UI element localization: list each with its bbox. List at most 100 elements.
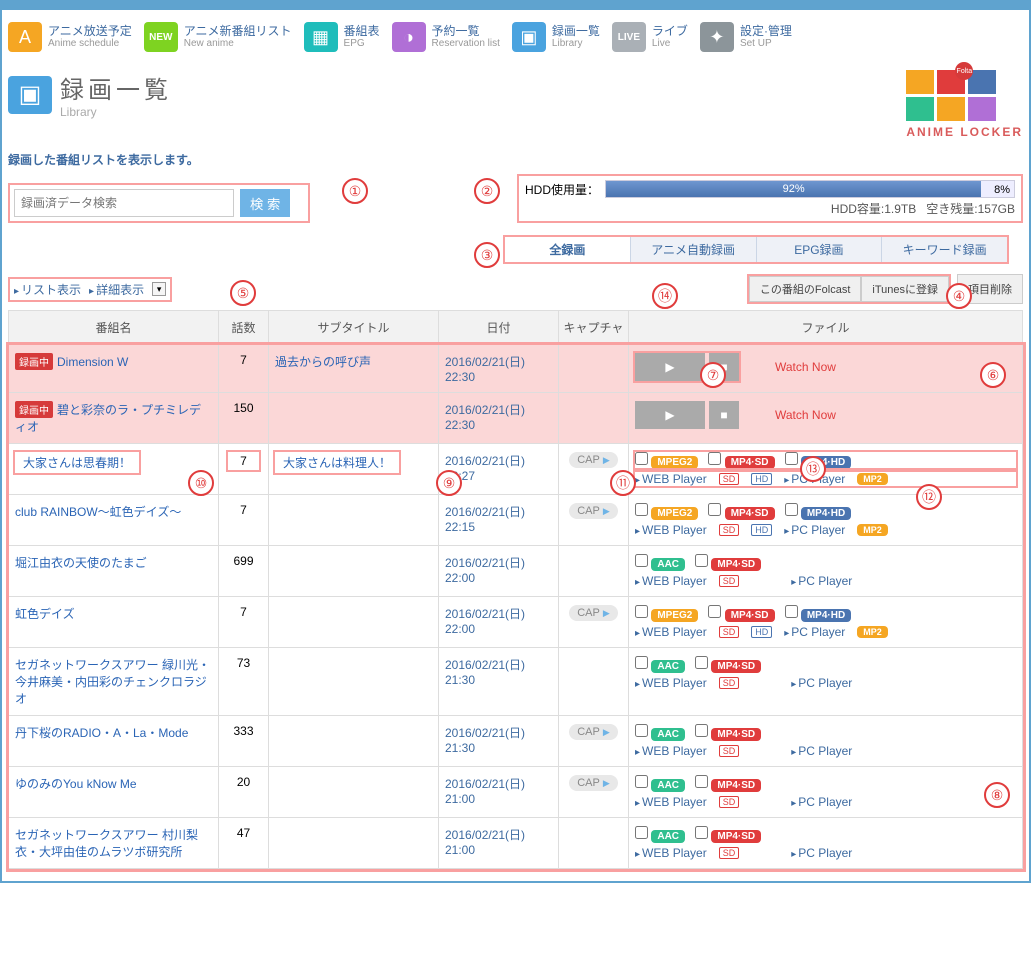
hdd-used-pct: 92% bbox=[783, 183, 805, 195]
tab-3[interactable]: キーワード録画 bbox=[881, 237, 1007, 262]
table-row: ゆのみのYou kNow Me 20 2016/02/21(日)21:00 CA… bbox=[9, 767, 1023, 818]
sd-icon[interactable]: SD bbox=[719, 745, 740, 757]
web-player-link[interactable]: WEB Player bbox=[635, 523, 707, 537]
capture-button[interactable]: CAP bbox=[569, 724, 618, 740]
web-player-link[interactable]: WEB Player bbox=[635, 472, 707, 486]
program-title[interactable]: 丹下桜のRADIO・A・La・Mode bbox=[15, 726, 188, 740]
nav-epg[interactable]: ▦ 番組表EPG bbox=[304, 22, 380, 52]
table-row: 録画中碧と彩奈のラ・プチミレディオ 150 2016/02/21(日)22:30… bbox=[9, 393, 1023, 444]
sd-icon[interactable]: SD bbox=[719, 796, 740, 808]
program-title[interactable]: 虹色デイズ bbox=[15, 607, 75, 621]
sd-icon[interactable]: SD bbox=[719, 575, 740, 587]
sd-icon[interactable]: SD bbox=[719, 524, 740, 536]
view-list[interactable]: リスト表示 bbox=[14, 281, 81, 298]
program-title[interactable]: 堀江由衣の天使のたまご bbox=[15, 556, 147, 570]
hd-icon[interactable]: HD bbox=[751, 626, 772, 638]
nav-newanime[interactable]: NEW アニメ新番組リストNew anime bbox=[144, 22, 292, 52]
table-row: セガネットワークスアワー 村川梨衣・大坪由佳のムラツボ研究所 47 2016/0… bbox=[9, 818, 1023, 869]
web-player-link[interactable]: WEB Player bbox=[635, 625, 707, 639]
format-checkbox[interactable] bbox=[695, 724, 708, 737]
table-row: 虹色デイズ 7 2016/02/21(日)22:00 CAP MPEG2 MP4… bbox=[9, 597, 1023, 648]
sd-icon[interactable]: SD bbox=[719, 847, 740, 859]
brand-logo: Folta ANIME LOCKER bbox=[906, 70, 1023, 139]
pc-player-link[interactable]: PC Player bbox=[784, 625, 845, 639]
delete-button[interactable]: 項目削除 bbox=[957, 274, 1023, 304]
sd-icon[interactable]: SD bbox=[719, 677, 740, 689]
format-checkbox[interactable] bbox=[635, 775, 648, 788]
capture-button[interactable]: CAP bbox=[569, 605, 618, 621]
format-badge: MPEG2 bbox=[651, 609, 698, 622]
web-player-link[interactable]: WEB Player bbox=[635, 574, 707, 588]
tab-1[interactable]: アニメ自動録画 bbox=[630, 237, 756, 262]
pc-player-link[interactable]: PC Player bbox=[791, 574, 852, 588]
nav-library[interactable]: ▣ 録画一覧Library bbox=[512, 22, 600, 52]
format-checkbox[interactable] bbox=[635, 554, 648, 567]
format-checkbox[interactable] bbox=[785, 605, 798, 618]
hdd-usage: HDD使用量： 92% 8% HDD容量:1.9TB 空き残量:157GB bbox=[517, 174, 1023, 223]
program-title[interactable]: 大家さんは思春期！ bbox=[15, 452, 139, 473]
format-checkbox[interactable] bbox=[635, 724, 648, 737]
web-player-link[interactable]: WEB Player bbox=[635, 795, 707, 809]
stop-button[interactable]: ■ bbox=[709, 353, 739, 381]
stop-button[interactable]: ■ bbox=[709, 401, 739, 429]
capture-button[interactable]: CAP bbox=[569, 775, 618, 791]
format-checkbox[interactable] bbox=[635, 656, 648, 669]
expand-icon[interactable]: ▾ bbox=[152, 282, 166, 296]
format-checkbox[interactable] bbox=[635, 826, 648, 839]
search-input[interactable] bbox=[14, 189, 234, 217]
pc-player-link[interactable]: PC Player bbox=[784, 472, 845, 486]
format-checkbox[interactable] bbox=[785, 452, 798, 465]
watch-now-link[interactable]: Watch Now bbox=[775, 408, 836, 422]
pc-player-link[interactable]: PC Player bbox=[784, 523, 845, 537]
sd-icon[interactable]: SD bbox=[719, 473, 740, 485]
nav-schedule[interactable]: A アニメ放送予定Anime schedule bbox=[8, 22, 132, 52]
folcast-button[interactable]: この番組のFolcast bbox=[749, 276, 861, 302]
sd-icon[interactable]: SD bbox=[719, 626, 740, 638]
format-checkbox[interactable] bbox=[635, 452, 648, 465]
nav-reservations[interactable]: ◑ 予約一覧Reservation list bbox=[392, 22, 500, 52]
watch-now-link[interactable]: Watch Now bbox=[775, 360, 836, 374]
capture-button[interactable]: CAP bbox=[569, 452, 618, 468]
format-checkbox[interactable] bbox=[708, 605, 721, 618]
tab-0[interactable]: 全録画 bbox=[505, 237, 630, 262]
program-title[interactable]: セガネットワークスアワー 村川梨衣・大坪由佳のムラツボ研究所 bbox=[15, 828, 198, 859]
pc-player-link[interactable]: PC Player bbox=[791, 846, 852, 860]
format-badge: MP4·SD bbox=[725, 507, 775, 520]
program-title[interactable]: ゆのみのYou kNow Me bbox=[15, 777, 137, 791]
pc-player-link[interactable]: PC Player bbox=[791, 744, 852, 758]
play-button[interactable]: ▶ bbox=[635, 353, 705, 381]
nav-setup[interactable]: ✦ 設定·管理Set UP bbox=[700, 22, 792, 52]
format-checkbox[interactable] bbox=[635, 503, 648, 516]
format-checkbox[interactable] bbox=[708, 452, 721, 465]
format-checkbox[interactable] bbox=[708, 503, 721, 516]
format-checkbox[interactable] bbox=[695, 826, 708, 839]
search-button[interactable]: 検 索 bbox=[240, 189, 290, 217]
format-badge: MP4·HD bbox=[801, 456, 851, 469]
hd-icon[interactable]: HD bbox=[751, 524, 772, 536]
view-detail[interactable]: 詳細表示 bbox=[89, 281, 144, 298]
format-checkbox[interactable] bbox=[695, 775, 708, 788]
date: 2016/02/21(日)22:00 bbox=[439, 546, 559, 597]
subtitle bbox=[269, 716, 439, 767]
program-title[interactable]: club RAINBOW〜虹色デイズ〜 bbox=[15, 505, 181, 519]
web-player-link[interactable]: WEB Player bbox=[635, 846, 707, 860]
format-checkbox[interactable] bbox=[635, 605, 648, 618]
program-title[interactable]: セガネットワークスアワー 緑川光・今井麻美・内田彩のチェンクロラジオ bbox=[15, 658, 210, 706]
format-checkbox[interactable] bbox=[695, 554, 708, 567]
play-button[interactable]: ▶ bbox=[635, 401, 705, 429]
itunes-button[interactable]: iTunesに登録 bbox=[861, 276, 949, 302]
hd-icon[interactable]: HD bbox=[751, 473, 772, 485]
web-player-link[interactable]: WEB Player bbox=[635, 744, 707, 758]
pc-player-link[interactable]: PC Player bbox=[791, 676, 852, 690]
hdd-label: HDD使用量： bbox=[525, 181, 599, 198]
format-badge: AAC bbox=[651, 830, 685, 843]
web-player-link[interactable]: WEB Player bbox=[635, 676, 707, 690]
nav-reservations-icon: ◑ bbox=[392, 22, 426, 52]
program-title[interactable]: Dimension W bbox=[57, 355, 128, 369]
pc-player-link[interactable]: PC Player bbox=[791, 795, 852, 809]
format-checkbox[interactable] bbox=[785, 503, 798, 516]
format-checkbox[interactable] bbox=[695, 656, 708, 669]
tab-2[interactable]: EPG録画 bbox=[756, 237, 882, 262]
capture-button[interactable]: CAP bbox=[569, 503, 618, 519]
nav-live[interactable]: LIVE ライブLive bbox=[612, 22, 688, 52]
